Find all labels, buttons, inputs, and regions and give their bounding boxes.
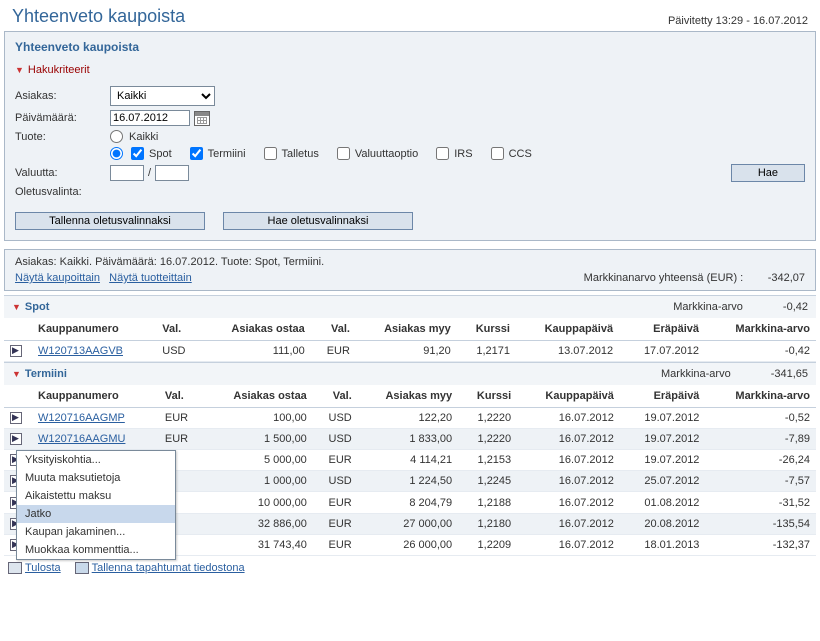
- mv-total-label: Markkinanarvo yhteensä (EUR) :: [584, 272, 744, 284]
- save-file-icon: [75, 562, 89, 574]
- termiini-title: Termiini: [25, 368, 67, 380]
- date-label: Päivämäärä:: [15, 112, 110, 124]
- summary-bar: Asiakas: Kaikki. Päivämäärä: 16.07.2012.…: [4, 249, 816, 291]
- customer-label: Asiakas:: [15, 90, 110, 102]
- link-kaupoittain[interactable]: Näytä kaupoittain: [15, 272, 100, 284]
- termiini-mv-value: -341,65: [771, 368, 808, 380]
- col-val2: Val.: [313, 385, 358, 408]
- context-menu-item[interactable]: Muuta maksutietoja: [17, 469, 175, 487]
- col-val2: Val.: [311, 318, 356, 341]
- triangle-down-icon: ▼: [12, 302, 21, 312]
- spot-mv-value: -0,42: [783, 301, 808, 313]
- product-label: Tuote:: [15, 131, 110, 143]
- save-file-link[interactable]: Tallenna tapahtumat tiedostona: [92, 562, 245, 574]
- ccs-checkbox[interactable]: [491, 147, 504, 160]
- valuuttaoptio-checkbox[interactable]: [337, 147, 350, 160]
- product-selected-radio[interactable]: [110, 147, 123, 160]
- table-row: W120716AAGMPEUR100,00USD122,201,222016.0…: [4, 408, 816, 429]
- customer-select[interactable]: Kaikki: [110, 86, 215, 106]
- col-myy: Asiakas myy: [356, 318, 457, 341]
- context-menu-item[interactable]: Muokkaa kommenttia...: [17, 541, 175, 559]
- date-input[interactable]: [110, 110, 190, 126]
- irs-checkbox[interactable]: [436, 147, 449, 160]
- mv-total-value: -342,07: [768, 272, 805, 284]
- print-icon: [8, 562, 22, 574]
- col-kp: Kauppapäivä: [517, 385, 620, 408]
- col-kurssi: Kurssi: [458, 385, 517, 408]
- col-ostaa: Asiakas ostaa: [201, 318, 310, 341]
- termiini-section-header[interactable]: ▼ Termiini Markkina-arvo -341,65: [4, 362, 816, 385]
- col-myy: Asiakas myy: [358, 385, 458, 408]
- table-row: W120716AAGMUEUR1 500,00USD1 833,001,2220…: [4, 429, 816, 450]
- spot-checkbox[interactable]: [131, 147, 144, 160]
- search-panel: Yhteenveto kaupoista ▼ Hakukriteerit Asia…: [4, 31, 816, 241]
- page-title: Yhteenveto kaupoista: [12, 6, 185, 27]
- product-all-radio[interactable]: [110, 130, 123, 143]
- col-ep: Eräpäivä: [620, 385, 706, 408]
- fetch-default-button[interactable]: Hae oletusvalinnaksi: [223, 212, 413, 230]
- context-menu-item[interactable]: Yksityiskohtia...: [17, 451, 175, 469]
- expand-icon[interactable]: [10, 433, 22, 445]
- context-menu-item[interactable]: Kaupan jakaminen...: [17, 523, 175, 541]
- col-ep: Eräpäivä: [619, 318, 705, 341]
- context-menu-item[interactable]: Aikaistettu maksu: [17, 487, 175, 505]
- criteria-toggle[interactable]: ▼ Hakukriteerit: [5, 60, 815, 80]
- termiini-mv-label: Markkina-arvo: [661, 368, 731, 380]
- criteria-label: Hakukriteerit: [28, 64, 90, 76]
- currency-sep: /: [148, 167, 151, 179]
- col-mv: Markkina-arvo: [705, 318, 816, 341]
- expand-icon[interactable]: [10, 345, 22, 357]
- default-label: Oletusvalinta:: [15, 186, 110, 198]
- talletus-checkbox[interactable]: [264, 147, 277, 160]
- spot-label: Spot: [149, 148, 172, 160]
- context-menu: Yksityiskohtia...Muuta maksutietojaAikai…: [16, 450, 176, 560]
- spot-mv-label: Markkina-arvo: [673, 301, 743, 313]
- termiini-checkbox[interactable]: [190, 147, 203, 160]
- currency-label: Valuutta:: [15, 167, 110, 179]
- trade-link[interactable]: W120713AAGVB: [38, 345, 123, 357]
- table-row: W120713AAGVBUSD111,00EUR91,201,217113.07…: [4, 341, 816, 362]
- product-all-label: Kaikki: [129, 131, 158, 143]
- context-menu-item[interactable]: Jatko: [17, 505, 175, 523]
- col-val1: Val.: [159, 385, 204, 408]
- valuuttaoptio-label: Valuuttaoptio: [355, 148, 418, 160]
- link-tuotteittain[interactable]: Näytä tuotteittain: [109, 272, 192, 284]
- col-kurssi: Kurssi: [457, 318, 516, 341]
- summary-text: Asiakas: Kaikki. Päivämäärä: 16.07.2012.…: [15, 256, 805, 268]
- spot-title: Spot: [25, 301, 49, 313]
- trade-link[interactable]: W120716AAGMU: [38, 433, 125, 445]
- col-mv: Markkina-arvo: [705, 385, 816, 408]
- col-val1: Val.: [156, 318, 201, 341]
- col-kauppa: Kauppanumero: [32, 385, 159, 408]
- expand-icon[interactable]: [10, 412, 22, 424]
- currency-from-input[interactable]: [110, 165, 144, 181]
- col-kauppa: Kauppanumero: [32, 318, 156, 341]
- triangle-down-icon: ▼: [15, 65, 24, 75]
- trade-link[interactable]: W120716AAGMP: [38, 412, 125, 424]
- search-button[interactable]: Hae: [731, 164, 805, 182]
- print-link[interactable]: Tulosta: [25, 562, 61, 574]
- irs-label: IRS: [454, 148, 472, 160]
- ccs-label: CCS: [509, 148, 532, 160]
- col-ostaa: Asiakas ostaa: [204, 385, 313, 408]
- panel-title: Yhteenveto kaupoista: [5, 32, 815, 60]
- calendar-icon[interactable]: [194, 111, 210, 126]
- updated-timestamp: Päivitetty 13:29 - 16.07.2012: [668, 15, 808, 27]
- spot-section-header[interactable]: ▼ Spot Markkina-arvo -0,42: [4, 295, 816, 318]
- talletus-label: Talletus: [282, 148, 319, 160]
- spot-table: Kauppanumero Val. Asiakas ostaa Val. Asi…: [4, 318, 816, 362]
- triangle-down-icon: ▼: [12, 369, 21, 379]
- termiini-label: Termiini: [208, 148, 246, 160]
- col-kp: Kauppapäivä: [516, 318, 619, 341]
- currency-to-input[interactable]: [155, 165, 189, 181]
- save-default-button[interactable]: Tallenna oletusvalinnaksi: [15, 212, 205, 230]
